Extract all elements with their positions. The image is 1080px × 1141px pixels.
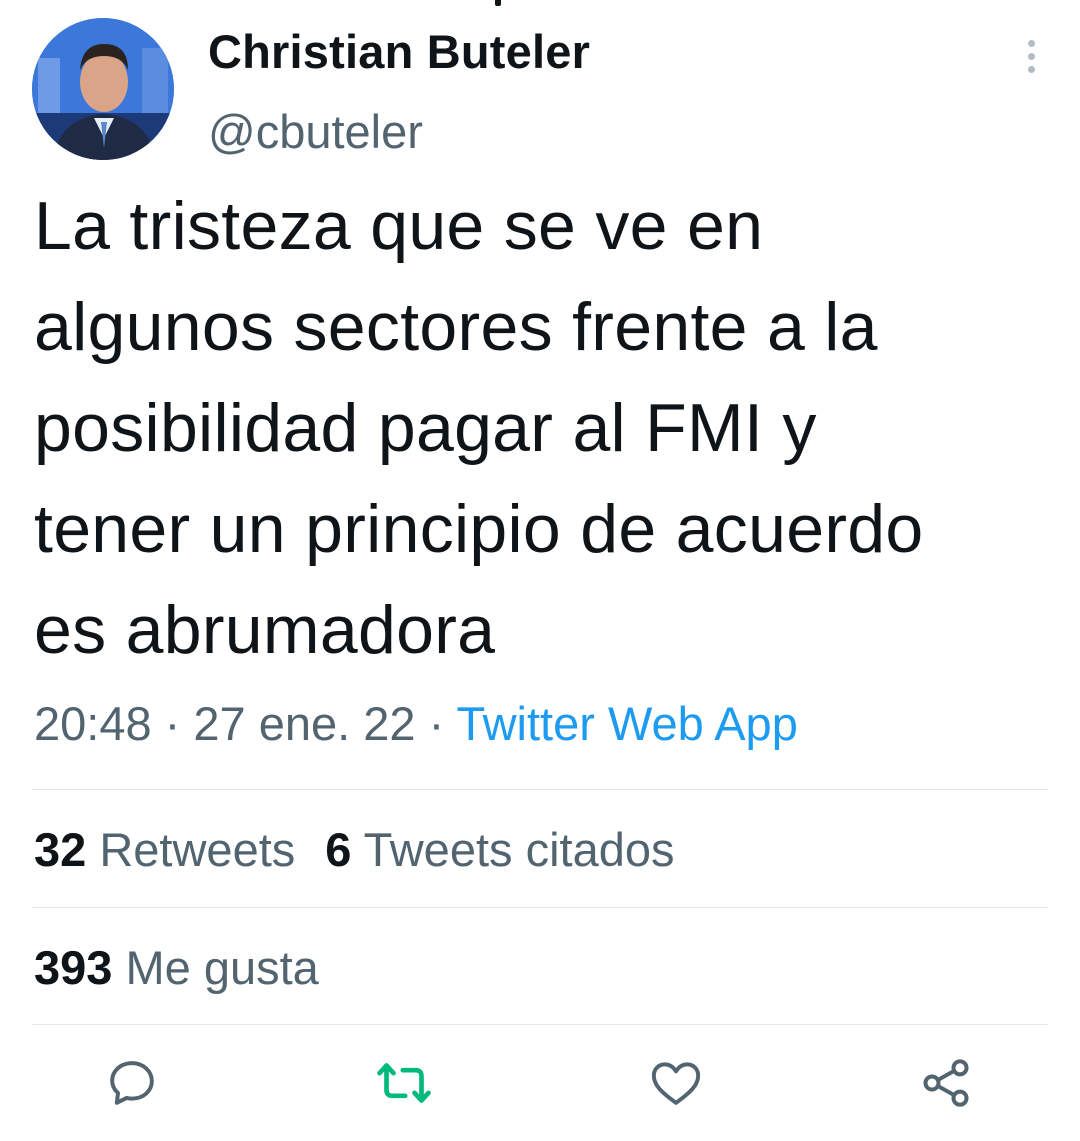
tweet-header: Christian Buteler @cbuteler <box>32 18 1048 162</box>
engagement-stats-row: 32 Retweets 6 Tweets citados <box>34 822 705 877</box>
more-options-icon[interactable] <box>1024 40 1038 80</box>
tweet-date[interactable]: 27 ene. 22 <box>193 697 415 750</box>
like-icon <box>651 1062 701 1105</box>
thread-connector <box>495 0 501 6</box>
divider <box>32 907 1048 908</box>
likes-label: Me gusta <box>125 941 319 994</box>
avatar[interactable] <box>32 18 174 160</box>
meta-separator: · <box>151 697 194 750</box>
likes-stats-row: 393 Me gusta <box>34 940 349 995</box>
meta-separator: · <box>415 697 457 750</box>
action-bar <box>0 1055 1080 1125</box>
reply-icon <box>110 1061 154 1105</box>
retweets-count: 32 <box>34 823 87 876</box>
tweet-time[interactable]: 20:48 <box>34 697 152 750</box>
likes-stat[interactable]: 393 Me gusta <box>34 941 319 994</box>
divider <box>32 789 1048 790</box>
divider <box>32 1024 1048 1025</box>
quotes-stat[interactable]: 6 Tweets citados <box>325 823 674 876</box>
quotes-label: Tweets citados <box>363 823 675 876</box>
retweets-label: Retweets <box>99 823 296 876</box>
quotes-count: 6 <box>325 823 352 876</box>
tweet-source-link[interactable]: Twitter Web App <box>456 697 797 750</box>
tweet-text: La tristeza que se ve en algunos sectore… <box>34 188 924 668</box>
retweets-stat[interactable]: 32 Retweets <box>34 823 295 876</box>
author-name[interactable]: Christian Buteler <box>208 24 590 79</box>
share-button[interactable] <box>918 1055 982 1119</box>
like-button[interactable] <box>648 1055 712 1119</box>
likes-count: 393 <box>34 941 113 994</box>
retweet-icon <box>377 1063 431 1103</box>
reply-button[interactable] <box>104 1055 168 1119</box>
tweet-metadata: 20:48 · 27 ene. 22 · Twitter Web App <box>34 696 798 751</box>
retweet-button[interactable] <box>374 1055 438 1119</box>
share-icon <box>923 1059 969 1107</box>
author-handle[interactable]: @cbuteler <box>208 104 423 159</box>
